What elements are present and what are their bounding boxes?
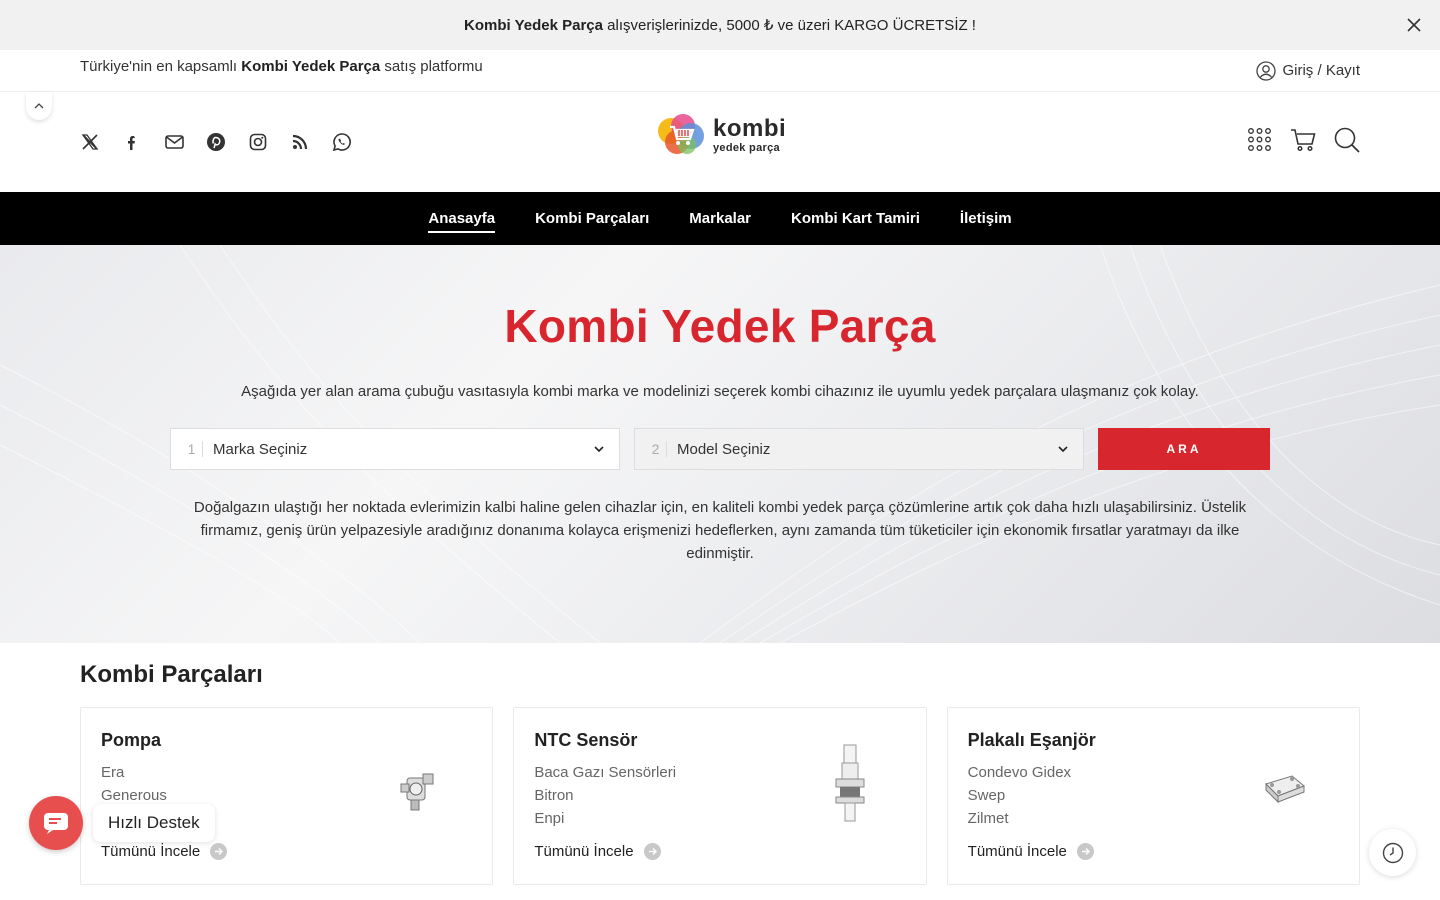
hero-section: Kombi Yedek Parça Aşağıda yer alan arama… bbox=[0, 245, 1440, 643]
model-select[interactable]: 2 Model Seçiniz bbox=[634, 428, 1084, 470]
card-link[interactable]: Zilmet bbox=[968, 807, 1339, 830]
pump-product-image bbox=[400, 773, 434, 811]
header-actions bbox=[1247, 127, 1360, 158]
pinterest-icon[interactable] bbox=[206, 132, 227, 153]
nav-item-markalar[interactable]: Markalar bbox=[689, 204, 751, 233]
card-title[interactable]: Pompa bbox=[101, 730, 472, 751]
chat-icon bbox=[44, 813, 68, 834]
grid-menu-icon[interactable] bbox=[1247, 127, 1272, 157]
category-card-ntc-sensor[interactable]: NTC Sensör Baca Gazı Sensörleri Bitron E… bbox=[513, 707, 927, 885]
main-nav: Anasayfa Kombi Parçaları Markalar Kombi … bbox=[0, 192, 1440, 245]
top-bar: Türkiye'nin en kapsamlı Kombi Yedek Parç… bbox=[0, 50, 1440, 92]
hero-subtitle: Aşağıda yer alan arama çubuğu vasıtasıyl… bbox=[241, 383, 1199, 400]
search-button[interactable]: ARA bbox=[1098, 428, 1270, 470]
arrow-right-icon bbox=[1076, 843, 1094, 860]
cart-icon[interactable] bbox=[1290, 127, 1316, 158]
login-link[interactable]: Giriş / Kayıt bbox=[1256, 60, 1360, 81]
arrow-right-icon bbox=[643, 843, 661, 860]
rss-icon[interactable] bbox=[290, 132, 311, 153]
card-title[interactable]: Plakalı Eşanjör bbox=[968, 730, 1339, 751]
view-all-link[interactable]: Tümünü İncele bbox=[534, 843, 661, 860]
user-icon bbox=[1256, 60, 1277, 81]
announcement-text: Kombi Yedek Parça alışverişlerinizde, 50… bbox=[464, 17, 976, 34]
category-cards: Pompa Era Generous Tümünü İncele NTC Sen… bbox=[80, 707, 1360, 885]
facebook-icon[interactable] bbox=[122, 132, 143, 153]
x-twitter-icon[interactable] bbox=[80, 132, 101, 153]
tagline: Türkiye'nin en kapsamlı Kombi Yedek Parç… bbox=[80, 58, 483, 75]
nav-item-iletisim[interactable]: İletişim bbox=[960, 204, 1012, 233]
category-card-pompa[interactable]: Pompa Era Generous Tümünü İncele bbox=[80, 707, 494, 885]
search-icon[interactable] bbox=[1334, 127, 1360, 158]
logo-wordmark: kombi bbox=[713, 114, 787, 142]
chevron-down-icon bbox=[594, 446, 604, 453]
hero-title: Kombi Yedek Parça bbox=[504, 300, 936, 352]
hero-description: Doğalgazın ulaştığı her noktada evlerimi… bbox=[193, 499, 1247, 562]
brand-select[interactable]: 1 Marka Seçiniz bbox=[170, 428, 620, 470]
nav-item-kombi-kart-tamiri[interactable]: Kombi Kart Tamiri bbox=[791, 204, 920, 233]
whatsapp-icon[interactable] bbox=[332, 132, 353, 153]
social-links bbox=[80, 132, 353, 153]
parts-section: Kombi Parçaları Pompa Era Generous Tümün… bbox=[0, 643, 1440, 885]
heat-exchanger-product-image bbox=[1264, 775, 1305, 804]
arrow-right-icon bbox=[210, 843, 228, 860]
instagram-icon[interactable] bbox=[248, 132, 269, 153]
section-title: Kombi Parçaları bbox=[80, 661, 263, 688]
chat-widget-button[interactable] bbox=[29, 796, 83, 850]
announcement-bar: Kombi Yedek Parça alışverişlerinizde, 50… bbox=[0, 0, 1440, 50]
cart-logo-icon bbox=[658, 114, 704, 154]
chat-widget-label[interactable]: Hızlı Destek bbox=[93, 804, 215, 842]
nav-item-anasayfa[interactable]: Anasayfa bbox=[428, 204, 495, 233]
clock-history-icon bbox=[1382, 842, 1403, 863]
site-header: kombi yedek parça bbox=[0, 92, 1440, 192]
sensor-product-image bbox=[835, 744, 865, 822]
view-all-link[interactable]: Tümünü İncele bbox=[101, 843, 228, 860]
close-icon[interactable] bbox=[1404, 15, 1424, 35]
category-card-plakali-esanjor[interactable]: Plakalı Eşanjör Condevo Gidex Swep Zilme… bbox=[946, 707, 1360, 885]
logo-tagline: yedek parça bbox=[713, 141, 780, 154]
view-all-link[interactable]: Tümünü İncele bbox=[968, 843, 1094, 860]
nav-item-kombi-parcalari[interactable]: Kombi Parçaları bbox=[535, 204, 649, 233]
mail-icon[interactable] bbox=[164, 132, 185, 153]
chevron-down-icon bbox=[1058, 446, 1068, 453]
part-search-form: 1 Marka Seçiniz 2 Model Seçiniz ARA bbox=[0, 428, 1440, 470]
history-button[interactable] bbox=[1369, 829, 1416, 876]
site-logo[interactable]: kombi yedek parça bbox=[657, 114, 786, 156]
